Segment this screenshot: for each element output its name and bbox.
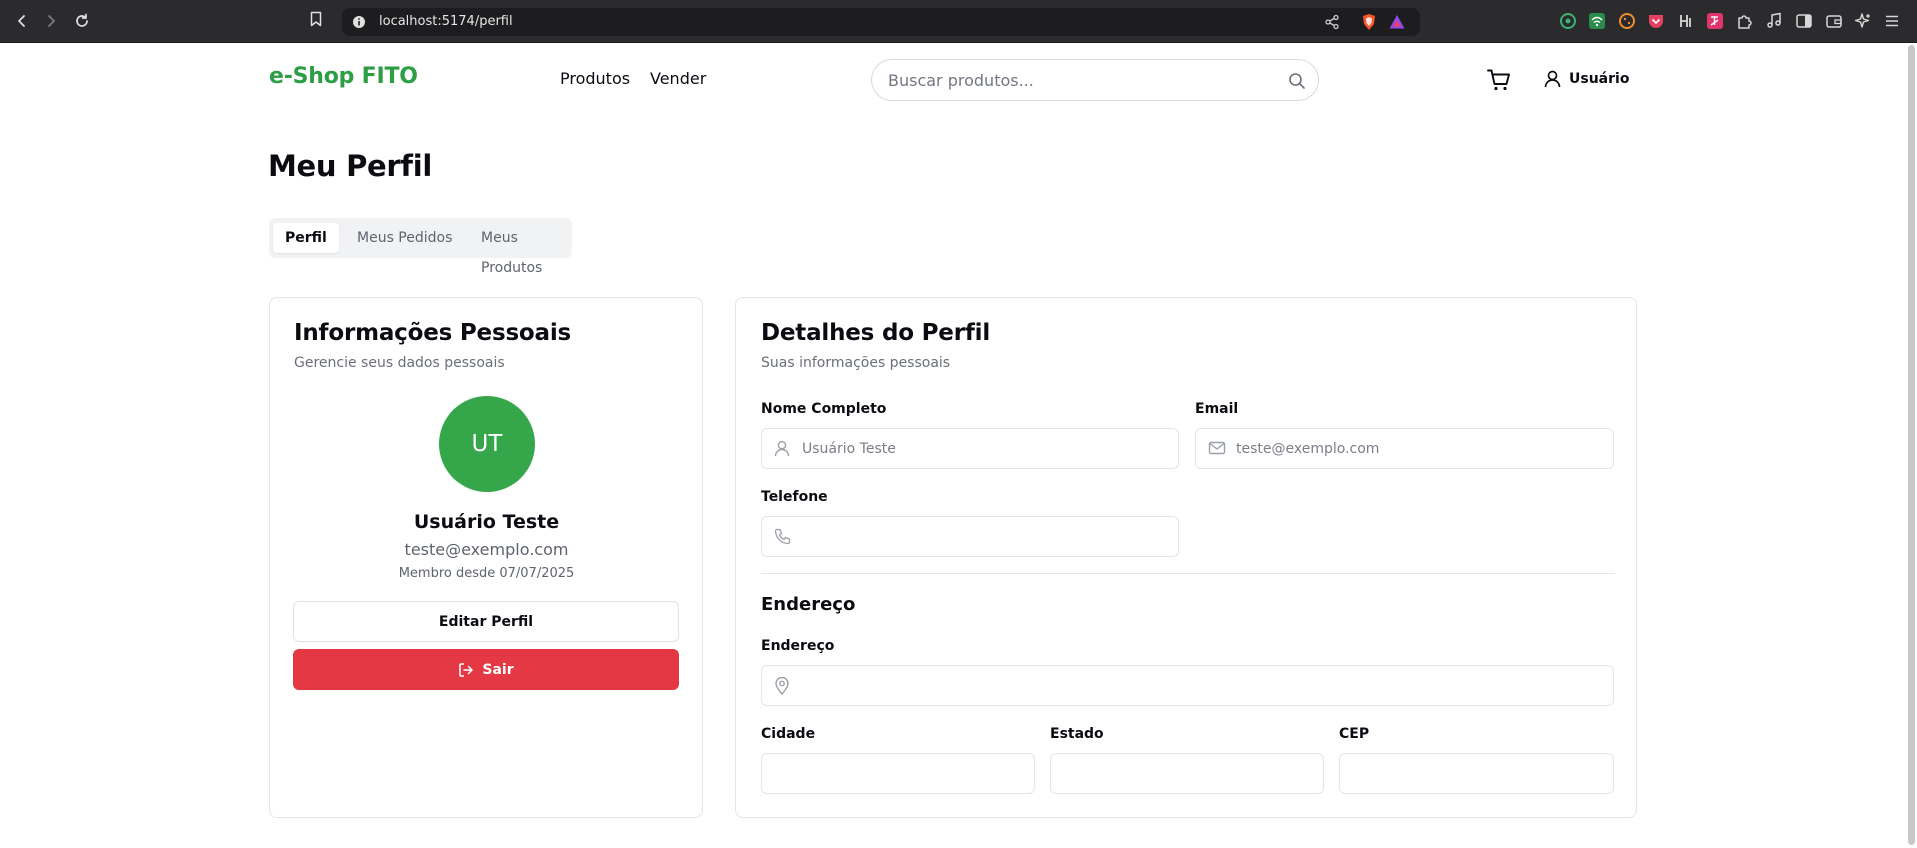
avatar: UT [439, 396, 535, 492]
email-input[interactable] [1236, 439, 1596, 459]
wallet-icon[interactable] [1824, 11, 1844, 31]
logout-button[interactable]: Sair [293, 649, 679, 690]
profile-name: Usuário Teste [413, 511, 560, 533]
tab-meus-pedidos[interactable]: Meus Pedidos [345, 223, 464, 253]
logout-label: Sair [482, 661, 514, 678]
name-label: Nome Completo [761, 401, 887, 417]
address-field [761, 665, 1614, 706]
state-field [1050, 753, 1324, 794]
email-label: Email [1195, 401, 1239, 417]
bookmark-icon[interactable] [309, 11, 323, 27]
address-bar[interactable]: localhost:5174/perfil [342, 8, 1420, 36]
reload-icon[interactable] [71, 10, 93, 32]
cart-icon[interactable] [1487, 69, 1511, 95]
name-input[interactable] [802, 439, 1162, 459]
extensions-puzzle-icon[interactable] [1735, 11, 1755, 31]
tab-meus-produtos[interactable]: Meus Produtos [469, 223, 572, 276]
nav-link-produtos[interactable]: Produtos [560, 69, 630, 88]
zip-input[interactable] [1352, 764, 1597, 784]
state-label: Estado [1050, 726, 1104, 742]
address-label: Endereço [761, 638, 835, 654]
forward-icon[interactable] [40, 10, 62, 32]
edit-profile-button[interactable]: Editar Perfil [293, 601, 679, 642]
page-title: Meu Perfil [268, 149, 432, 183]
browser-chrome: localhost:5174/perfil [0, 0, 1917, 43]
city-field [761, 753, 1035, 794]
mail-icon [1208, 440, 1226, 460]
extension-pocket-icon[interactable] [1646, 11, 1666, 31]
zip-label: CEP [1339, 726, 1370, 742]
site-header: e-Shop FITO Produtos Vender Usuário [0, 43, 1905, 118]
search-input[interactable] [888, 69, 1268, 91]
brave-shields-icon[interactable] [1360, 13, 1378, 31]
address-section-title: Endereço [761, 594, 856, 615]
site-logo[interactable]: e-Shop FITO [269, 64, 418, 89]
user-icon [774, 440, 790, 461]
name-field [761, 428, 1179, 469]
nav-link-vender[interactable]: Vender [650, 69, 706, 88]
phone-field [761, 516, 1179, 557]
phone-input[interactable] [802, 527, 1162, 547]
avatar-initials: UT [471, 431, 503, 457]
tab-perfil[interactable]: Perfil [273, 223, 339, 253]
state-input[interactable] [1063, 764, 1308, 784]
extension-vpn-icon[interactable] [1558, 11, 1578, 31]
personal-card-subtitle: Gerencie seus dados pessoais [294, 355, 505, 371]
sidebar-toggle-icon[interactable] [1794, 11, 1814, 31]
member-since: Membro desde 07/07/2025 [398, 566, 575, 581]
personal-card-title: Informações Pessoais [294, 320, 572, 346]
edit-profile-label: Editar Perfil [438, 613, 534, 630]
extension-symbol-icon[interactable] [1676, 11, 1696, 31]
profile-tabs: Perfil Meus Pedidos Meus Produtos [269, 218, 572, 276]
share-icon[interactable] [1324, 14, 1340, 30]
phone-icon [774, 528, 791, 549]
map-pin-icon [774, 676, 790, 699]
profile-email: teste@exemplo.com [404, 540, 569, 559]
url-text[interactable]: localhost:5174/perfil [379, 14, 513, 29]
site-info-icon[interactable] [352, 15, 366, 29]
address-input[interactable] [802, 676, 1592, 696]
city-input[interactable] [774, 764, 1019, 784]
section-divider [761, 573, 1615, 574]
details-card-subtitle: Suas informações pessoais [761, 355, 951, 371]
personal-info-card: Informações Pessoais Gerencie seus dados… [269, 297, 703, 818]
scrollbar-thumb[interactable] [1908, 45, 1915, 845]
brave-rewards-icon[interactable] [1388, 13, 1406, 31]
extension-cookie-icon[interactable] [1617, 11, 1637, 31]
logout-icon [458, 662, 474, 678]
profile-details-card: Detalhes do Perfil Suas informações pess… [735, 297, 1637, 818]
email-field [1195, 428, 1614, 469]
extension-translate-icon[interactable] [1705, 11, 1725, 31]
city-label: Cidade [761, 726, 816, 742]
search-box [871, 59, 1319, 101]
back-icon[interactable] [11, 10, 33, 32]
phone-label: Telefone [761, 489, 828, 505]
user-menu-button[interactable]: Usuário [1544, 70, 1629, 88]
media-icon[interactable] [1764, 11, 1784, 31]
search-icon[interactable] [1288, 72, 1306, 94]
extension-wifi-icon[interactable] [1587, 11, 1607, 31]
user-menu-label: Usuário [1569, 71, 1630, 87]
leo-ai-icon[interactable] [1853, 11, 1873, 31]
zip-field [1339, 753, 1614, 794]
menu-icon[interactable] [1882, 11, 1902, 31]
user-icon [1544, 70, 1561, 88]
details-card-title: Detalhes do Perfil [761, 320, 991, 346]
